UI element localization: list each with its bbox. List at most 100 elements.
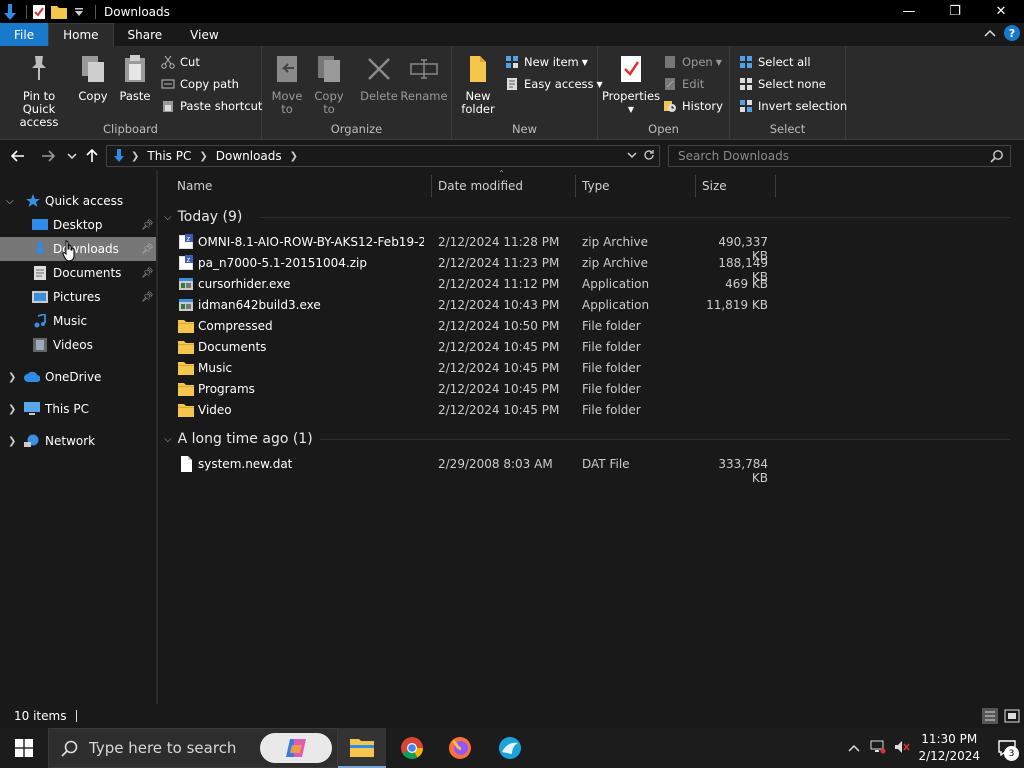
- explorer-down-arrow-icon[interactable]: [2, 3, 18, 20]
- nav-network[interactable]: ❯ Network: [0, 429, 158, 453]
- group-header[interactable]: ⌵ A long time ago (1): [164, 427, 313, 451]
- file-row[interactable]: Programs 2/12/2024 10:45 PM File folder: [160, 379, 780, 400]
- nav-this-pc[interactable]: ❯ This PC: [0, 397, 158, 421]
- notification-center-button[interactable]: 3: [990, 728, 1024, 768]
- move-to-button[interactable]: Move to: [270, 52, 304, 116]
- nav-music[interactable]: Music: [0, 309, 158, 333]
- pin-icon[interactable]: 📌︎: [141, 220, 154, 231]
- paste-shortcut-button[interactable]: Paste shortcut: [160, 96, 262, 116]
- breadcrumb-chevron-icon[interactable]: ❯: [199, 151, 207, 162]
- file-explorer-taskbar-icon[interactable]: [338, 728, 386, 768]
- file-row[interactable]: idman642build3.exe 2/12/2024 10:43 PM Appl…: [160, 295, 780, 316]
- collapse-ribbon-icon[interactable]: [984, 26, 996, 40]
- easy-access-button[interactable]: Easy access ▼: [504, 74, 603, 94]
- select-none-button[interactable]: Select none: [738, 74, 826, 94]
- taskbar-clock[interactable]: 11:30 PM 2/12/2024: [918, 731, 980, 765]
- nav-quick-access[interactable]: ⌵ Quick access: [0, 189, 158, 213]
- breadcrumb-this-pc[interactable]: This PC: [147, 149, 191, 163]
- refresh-icon[interactable]: [643, 148, 655, 165]
- new-folder-button[interactable]: New folder: [458, 52, 498, 116]
- breadcrumb-chevron-icon[interactable]: ❯: [131, 151, 139, 162]
- file-row[interactable]: Video 2/12/2024 10:45 PM File folder: [160, 400, 780, 421]
- expand-chevron-right-icon[interactable]: ❯: [8, 436, 16, 447]
- help-icon[interactable]: ?: [1004, 25, 1020, 41]
- expand-chevron-right-icon[interactable]: ❯: [8, 404, 16, 415]
- address-dropdown-icon[interactable]: [627, 148, 637, 165]
- properties-checkmark-icon[interactable]: [31, 4, 47, 20]
- pin-icon[interactable]: 📌︎: [141, 244, 154, 255]
- column-divider[interactable]: [431, 175, 432, 197]
- copy-path-button[interactable]: Copy path: [160, 74, 239, 94]
- open-button[interactable]: Open ▼: [662, 52, 722, 72]
- column-divider[interactable]: [575, 175, 576, 197]
- pin-icon[interactable]: 📌︎: [141, 268, 154, 279]
- start-button[interactable]: [0, 728, 48, 768]
- nav-pictures[interactable]: Pictures 📌︎: [0, 285, 158, 309]
- chrome-icon[interactable]: [388, 728, 436, 768]
- tab-share[interactable]: Share: [114, 23, 177, 46]
- file-row[interactable]: system.new.dat 2/29/2008 8:03 AM DAT File 3…: [160, 454, 780, 485]
- pin-icon[interactable]: 📌︎: [141, 292, 154, 303]
- expand-chevron-down-icon[interactable]: ⌵: [6, 196, 14, 207]
- up-arrow-icon[interactable]: [83, 147, 101, 165]
- column-header-type[interactable]: Type: [582, 171, 692, 201]
- tab-home[interactable]: Home: [48, 23, 114, 46]
- tab-file[interactable]: File: [0, 23, 49, 46]
- qat-dropdown-icon[interactable]: [71, 4, 87, 20]
- cut-button[interactable]: Cut: [160, 52, 200, 72]
- copy-to-button[interactable]: Copy to: [312, 52, 346, 116]
- nav-pane-divider[interactable]: [156, 171, 158, 704]
- properties-button[interactable]: Properties ▼: [602, 52, 660, 116]
- network-tray-icon[interactable]: [870, 740, 886, 757]
- edit-button[interactable]: Edit: [662, 74, 704, 94]
- nav-downloads[interactable]: Downloads 📌︎: [0, 237, 158, 261]
- file-row[interactable]: Music 2/12/2024 10:45 PM File folder: [160, 358, 780, 379]
- column-header-date-modified[interactable]: Date modified: [438, 171, 574, 201]
- shark-app-icon[interactable]: [486, 728, 534, 768]
- pin-to-quick-access-button[interactable]: Pin to Quick access: [6, 52, 72, 129]
- copy-button[interactable]: Copy: [76, 52, 110, 103]
- address-bar[interactable]: ❯ This PC ❯ Downloads ❯: [106, 145, 660, 167]
- close-button[interactable]: ✕: [978, 0, 1024, 23]
- file-row[interactable]: Compressed 2/12/2024 10:50 PM File folder: [160, 316, 780, 337]
- new-item-button[interactable]: New item ▼: [504, 52, 588, 72]
- group-collapse-chevron-icon[interactable]: ⌵: [164, 434, 172, 445]
- breadcrumb-chevron-icon[interactable]: ❯: [290, 151, 298, 162]
- show-hidden-icons-chevron-icon[interactable]: [848, 741, 860, 755]
- nav-videos[interactable]: Videos: [0, 333, 158, 357]
- back-arrow-icon[interactable]: [9, 147, 27, 165]
- column-header-size[interactable]: Size: [702, 171, 772, 201]
- select-all-button[interactable]: Select all: [738, 52, 811, 72]
- forward-arrow-icon[interactable]: [39, 147, 57, 165]
- search-downloads-input[interactable]: Search Downloads: [668, 145, 1011, 167]
- group-header[interactable]: ⌵ Today (9): [164, 205, 242, 229]
- paste-button[interactable]: Paste: [118, 52, 152, 103]
- copilot-icon[interactable]: [260, 733, 332, 763]
- new-folder-icon[interactable]: [51, 4, 67, 20]
- file-row[interactable]: Documents 2/12/2024 10:45 PM File folder: [160, 337, 780, 358]
- file-row[interactable]: z OMNI-8.1-AIO-ROW-BY-AKS12-Feb19-2... 2/1…: [160, 232, 780, 263]
- recent-locations-chevron-icon[interactable]: [63, 147, 81, 165]
- nav-desktop[interactable]: Desktop 📌︎: [0, 213, 158, 237]
- expand-chevron-right-icon[interactable]: ❯: [8, 372, 16, 383]
- tab-view[interactable]: View: [176, 23, 232, 46]
- nav-documents[interactable]: Documents 📌︎: [0, 261, 158, 285]
- nav-onedrive[interactable]: ❯ OneDrive: [0, 365, 158, 389]
- file-row[interactable]: cursorhider.exe 2/12/2024 11:12 PM Applica…: [160, 274, 780, 295]
- delete-button[interactable]: Delete: [360, 52, 398, 103]
- search-icon[interactable]: [990, 149, 1004, 166]
- column-divider[interactable]: [695, 175, 696, 197]
- breadcrumb-downloads[interactable]: Downloads: [216, 149, 282, 163]
- rename-button[interactable]: Rename: [400, 52, 448, 103]
- large-icons-view-icon[interactable]: [1004, 708, 1020, 724]
- history-button[interactable]: History: [662, 96, 723, 116]
- minimize-button[interactable]: —: [886, 0, 932, 23]
- column-divider[interactable]: [775, 175, 776, 197]
- column-header-name[interactable]: Name: [177, 171, 431, 201]
- volume-muted-icon[interactable]: [894, 740, 911, 757]
- file-row[interactable]: z pa_n7000-5.1-20151004.zip 2/12/2024 11:2…: [160, 253, 780, 284]
- invert-selection-button[interactable]: Invert selection: [738, 96, 847, 116]
- group-collapse-chevron-icon[interactable]: ⌵: [164, 212, 172, 223]
- details-view-icon[interactable]: [982, 708, 998, 724]
- maximize-button[interactable]: ❐: [932, 0, 978, 23]
